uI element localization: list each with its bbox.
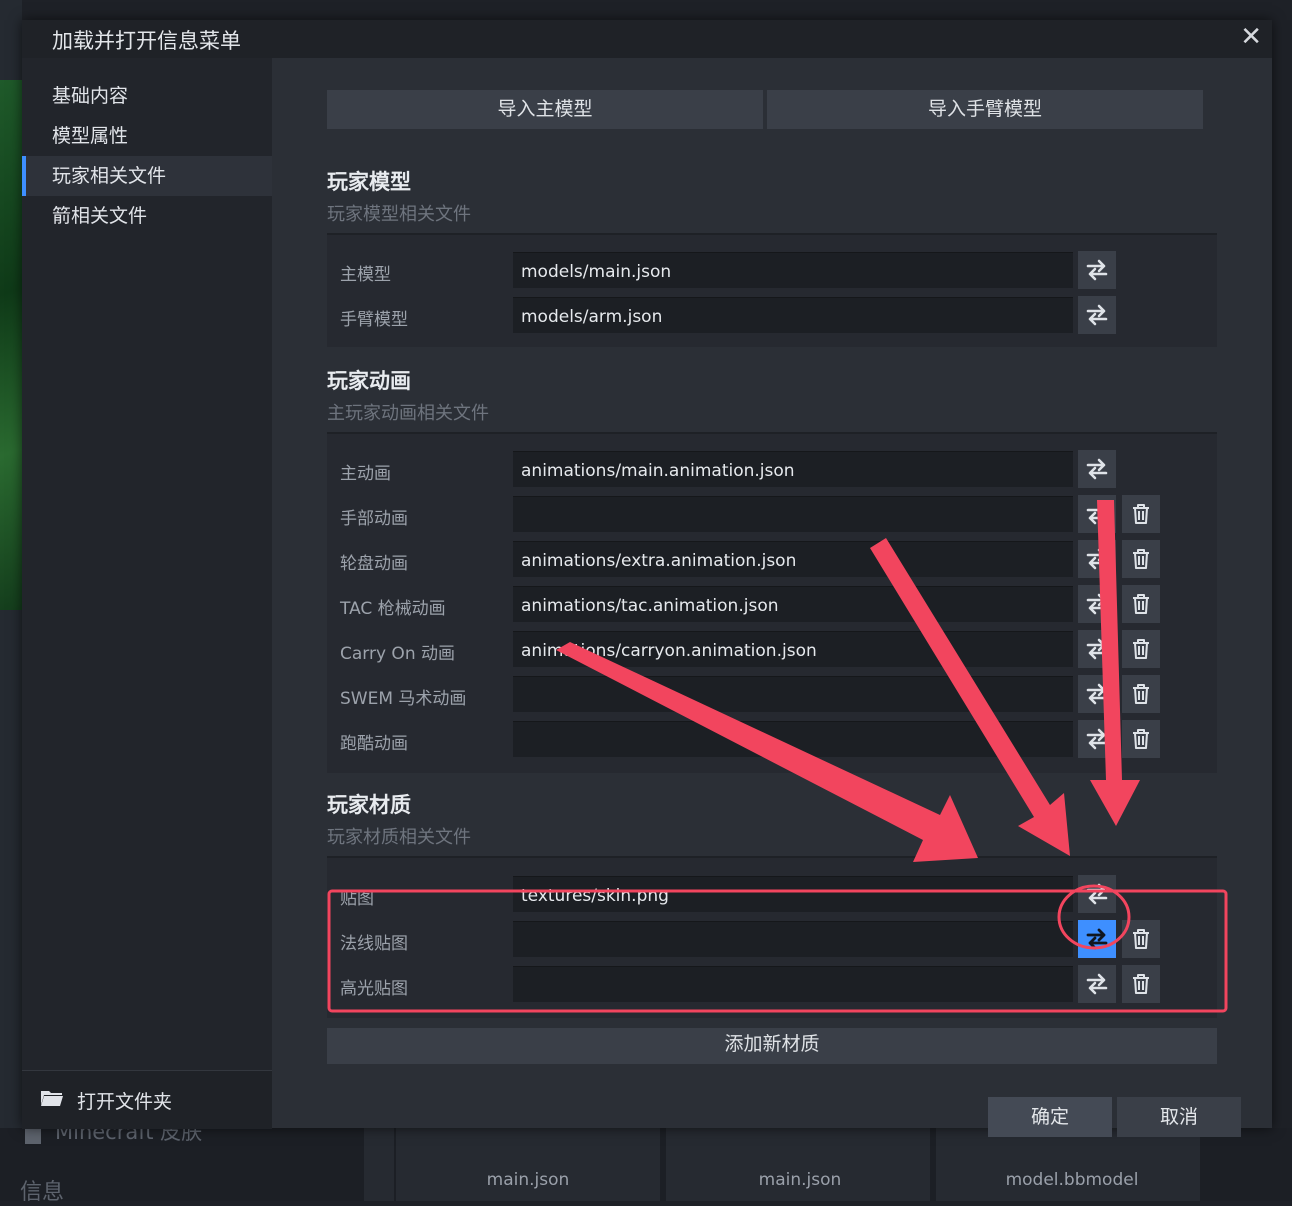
- annotation-arrow: [556, 642, 978, 862]
- highlight-circle: [1057, 884, 1131, 950]
- highlight-box: [327, 889, 1228, 1013]
- annotation-arrow: [1090, 500, 1140, 826]
- annotation-overlay: [327, 500, 1228, 1013]
